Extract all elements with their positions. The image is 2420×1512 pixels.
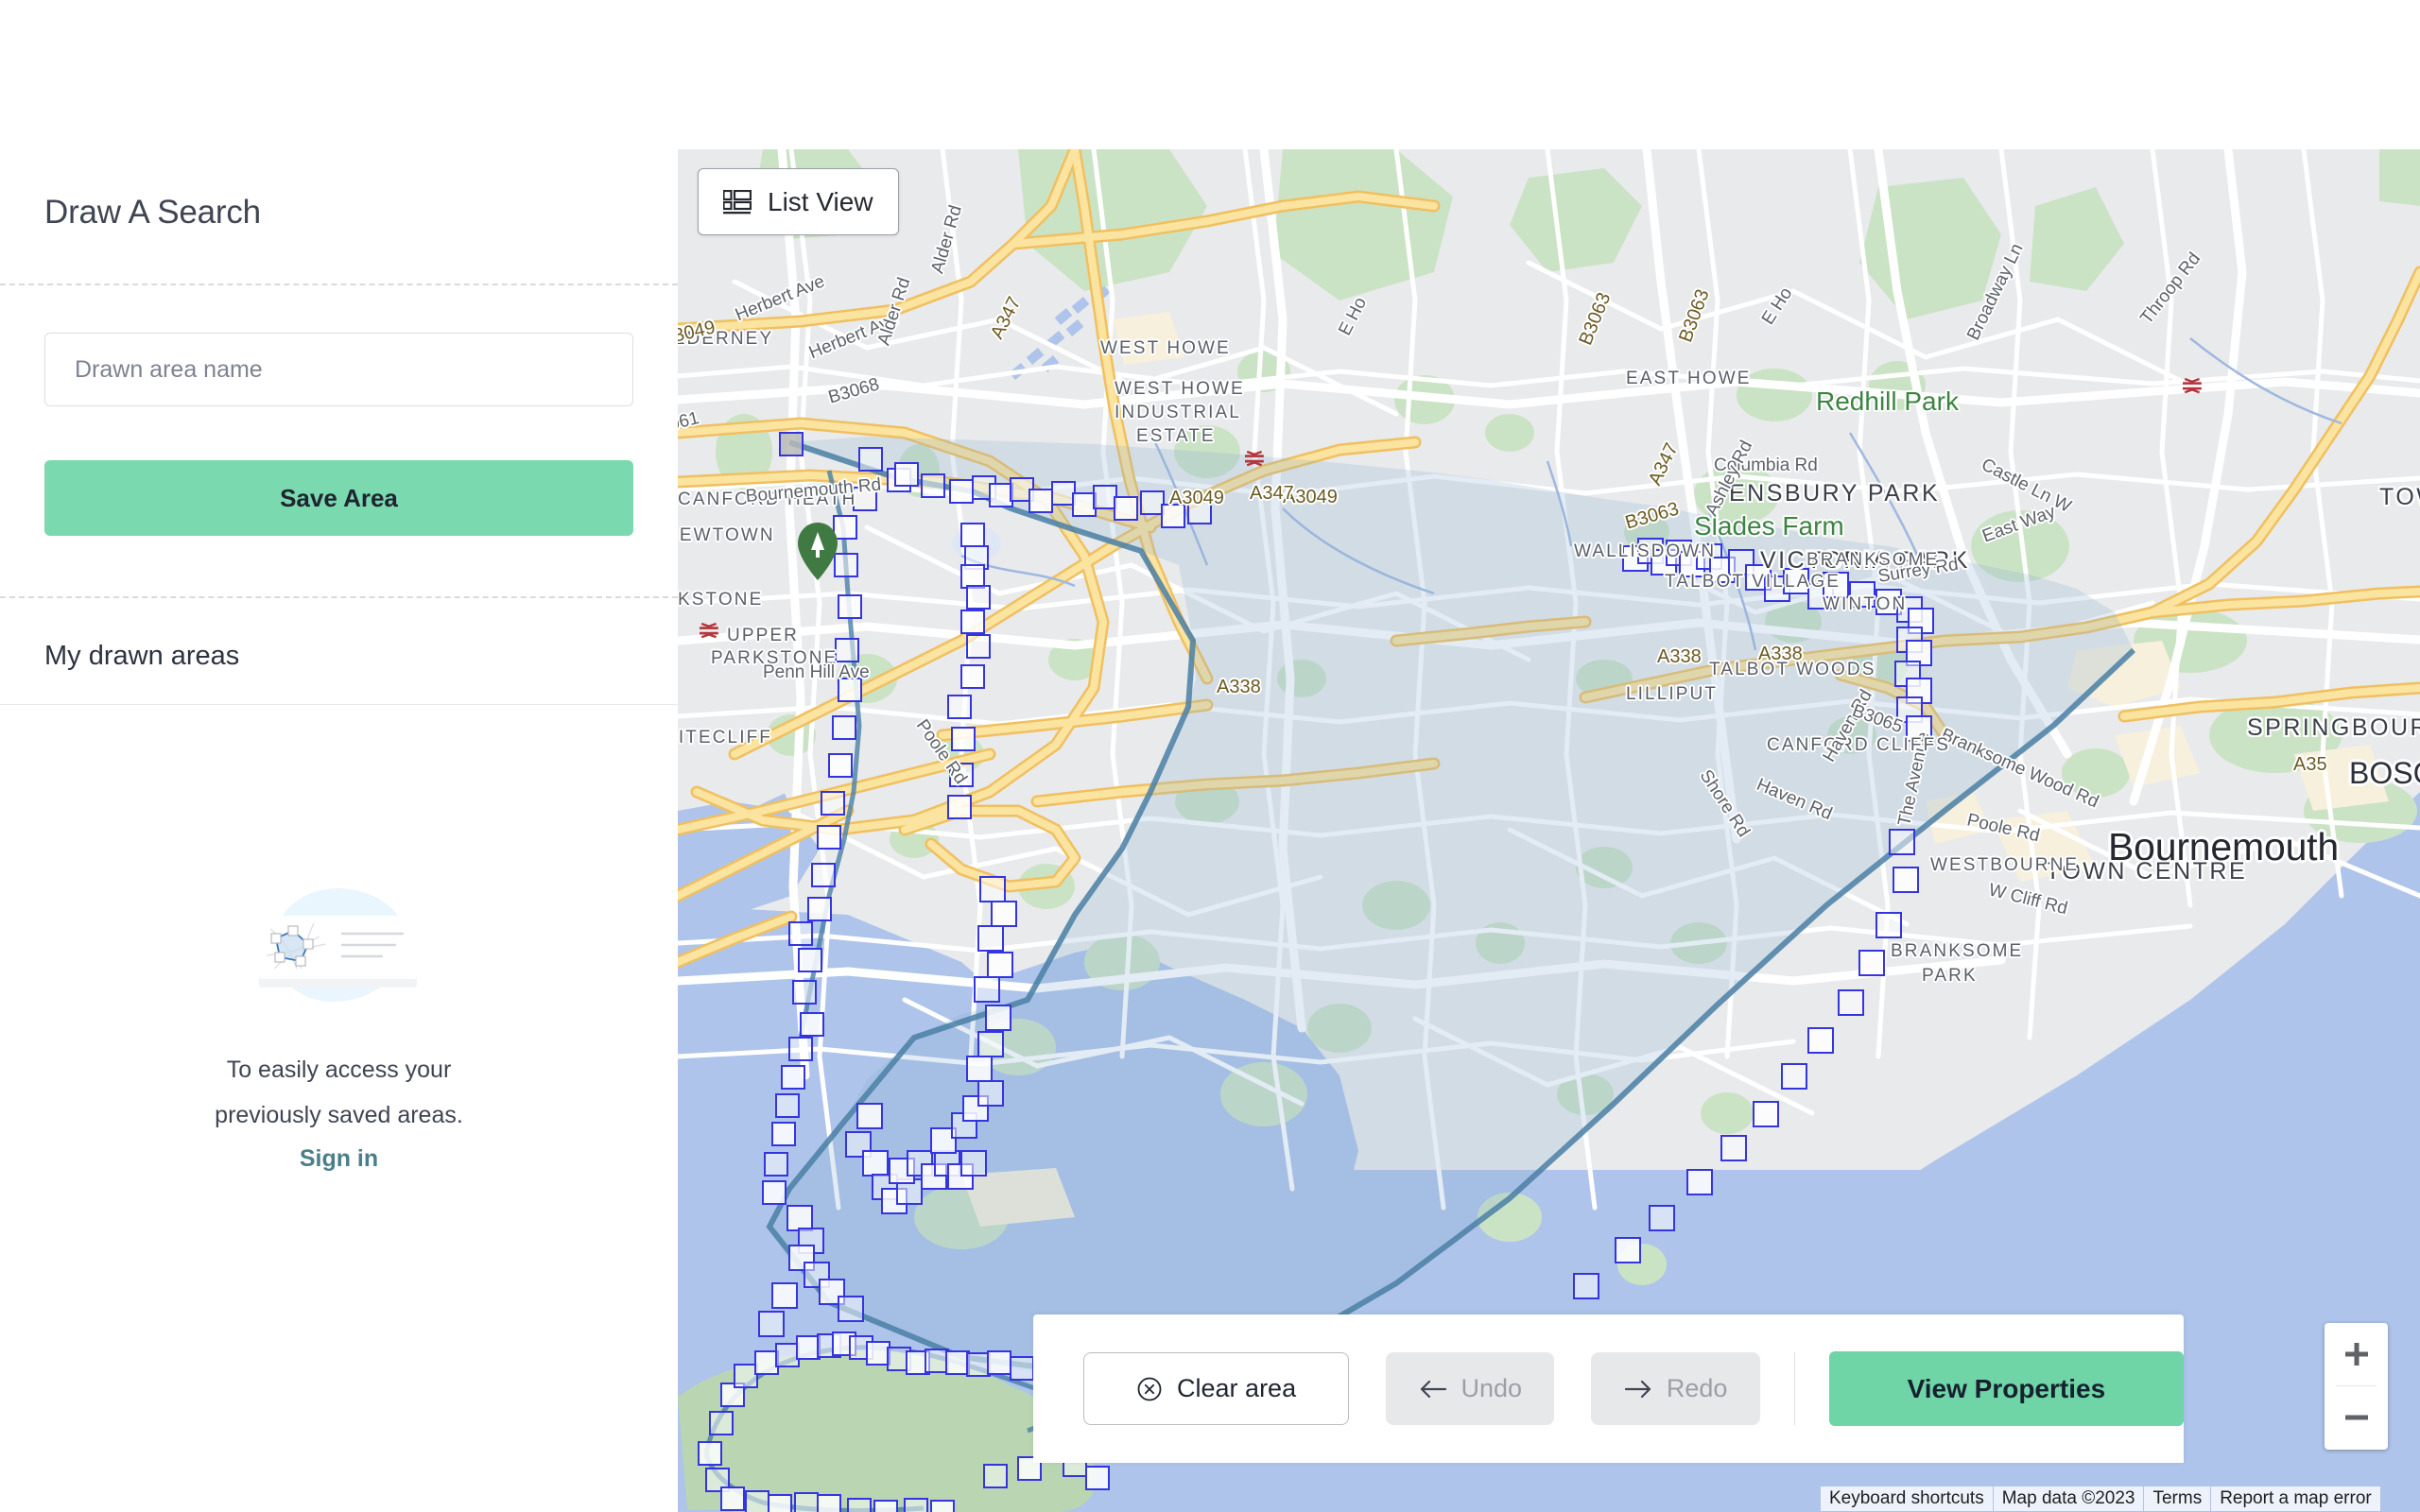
report-map-error-link[interactable]: Report a map error bbox=[2211, 1486, 2380, 1511]
zoom-in-button[interactable] bbox=[2325, 1323, 2388, 1385]
map-drawing-toolbar: Clear area Undo Redo View Properties bbox=[1033, 1314, 2184, 1463]
toolbar-separator bbox=[1793, 1352, 1795, 1425]
clear-area-label: Clear area bbox=[1177, 1374, 1297, 1402]
sign-in-link[interactable]: Sign in bbox=[300, 1145, 378, 1173]
list-view-label: List View bbox=[768, 186, 873, 216]
minus-icon bbox=[2344, 1415, 2368, 1420]
map-zoom-controls bbox=[2325, 1323, 2388, 1450]
divider-top bbox=[0, 284, 678, 285]
my-drawn-areas-title: My drawn areas bbox=[44, 641, 240, 671]
keyboard-shortcuts-link[interactable]: Keyboard shortcuts bbox=[1821, 1486, 1993, 1511]
zoom-out-button[interactable] bbox=[2325, 1386, 2388, 1449]
view-properties-button[interactable]: View Properties bbox=[1828, 1351, 2184, 1426]
empty-state: To easily access your previously saved a… bbox=[0, 888, 678, 1173]
undo-label: Undo bbox=[1461, 1374, 1523, 1402]
page-title: Draw A Search bbox=[44, 194, 261, 231]
plus-icon bbox=[2344, 1343, 2368, 1366]
empty-state-text: To easily access your previously saved a… bbox=[215, 1047, 463, 1138]
terms-link[interactable]: Terms bbox=[2144, 1486, 2211, 1511]
map-attribution-bar: Keyboard shortcuts Map data ©2023 Terms … bbox=[1821, 1486, 2380, 1512]
divider-middle bbox=[0, 596, 678, 598]
map-canvas[interactable]: WEST HOWE WEST HOWE INDUSTRIAL ESTATE EAST H… bbox=[678, 149, 2420, 1512]
undo-button[interactable]: Undo bbox=[1386, 1352, 1555, 1425]
empty-state-line-2: previously saved areas. bbox=[215, 1102, 463, 1128]
clear-area-button[interactable]: Clear area bbox=[1083, 1352, 1350, 1425]
arrow-left-icon bbox=[1420, 1380, 1446, 1398]
redo-button[interactable]: Redo bbox=[1591, 1352, 1760, 1425]
map-data-text: Map data ©2023 bbox=[1993, 1486, 2144, 1511]
draw-a-search-app: Draw A Search Save Area My drawn areas bbox=[0, 0, 2420, 1512]
map-graphics bbox=[678, 149, 2420, 1512]
redo-label: Redo bbox=[1666, 1374, 1728, 1402]
list-view-button[interactable]: List View bbox=[698, 168, 899, 235]
drawn-area-name-input[interactable] bbox=[44, 333, 633, 406]
saved-areas-illustration bbox=[251, 888, 426, 1002]
save-area-button[interactable]: Save Area bbox=[44, 460, 633, 536]
empty-state-line-1: To easily access your bbox=[226, 1057, 452, 1083]
circle-x-icon bbox=[1137, 1377, 1162, 1400]
divider-solid bbox=[0, 704, 678, 705]
arrow-right-icon bbox=[1624, 1380, 1651, 1398]
sidebar-panel: Draw A Search Save Area My drawn areas bbox=[0, 0, 678, 1512]
list-view-icon bbox=[723, 189, 752, 214]
illustration-map-drawing bbox=[266, 922, 405, 970]
